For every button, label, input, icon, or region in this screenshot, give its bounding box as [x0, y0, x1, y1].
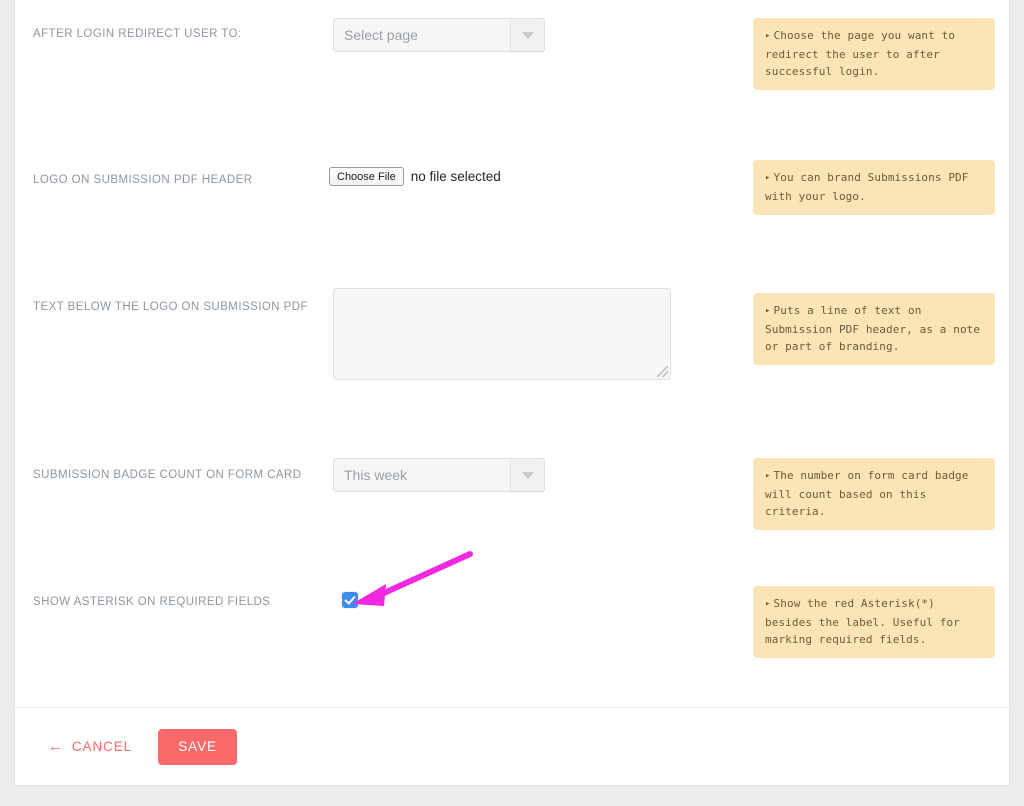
row-control-show-asterisk — [342, 591, 358, 613]
help-text-logo-pdf-header: You can brand Submissions PDF with your … — [765, 171, 969, 203]
help-show-asterisk: ▸ Show the red Asterisk(*) besides the la… — [753, 586, 995, 658]
badge-count-select-value: This week — [344, 467, 408, 483]
after-login-redirect-select-arrow[interactable] — [510, 19, 544, 51]
form-footer: ← Cancel Save — [15, 707, 1009, 785]
row-label-show-asterisk: SHOW ASTERISK ON REQUIRED FIELDS — [33, 596, 271, 608]
help-caret-icon: ▸ — [765, 173, 771, 183]
file-status-label: no file selected — [410, 169, 501, 184]
settings-form: AFTER LOGIN REDIRECT USER TO: Select pag… — [15, 0, 1009, 708]
arrow-left-icon: ← — [48, 738, 64, 755]
help-caret-icon: ▸ — [765, 31, 771, 41]
logo-file-input[interactable]: Choose File no file selected — [329, 162, 501, 186]
after-login-redirect-select-value: Select page — [344, 27, 418, 43]
help-text-show-asterisk: Show the red Asterisk(*) besides the lab… — [765, 597, 960, 646]
help-caret-icon: ▸ — [765, 306, 771, 316]
cancel-button-label: Cancel — [71, 739, 133, 754]
row-label-badge-count: SUBMISSION BADGE COUNT ON FORM CARD — [33, 469, 302, 481]
chevron-down-icon — [521, 471, 534, 479]
show-asterisk-checkbox[interactable] — [342, 592, 358, 608]
badge-count-select-arrow[interactable] — [510, 459, 544, 491]
save-button[interactable]: Save — [158, 728, 238, 765]
row-label-after-login-redirect: AFTER LOGIN REDIRECT USER TO: — [33, 28, 242, 40]
help-logo-pdf-header: ▸ You can brand Submissions PDF with your… — [753, 160, 995, 215]
cancel-button[interactable]: ← Cancel — [48, 739, 132, 754]
help-text-below-logo: ▸ Puts a line of text on Submission PDF h… — [753, 293, 995, 365]
row-control-after-login-redirect: Select page — [333, 18, 545, 52]
help-text-text-below-logo: Puts a line of text on Submission PDF he… — [765, 304, 981, 353]
row-control-badge-count: This week — [333, 458, 545, 492]
badge-count-select[interactable]: This week — [333, 458, 545, 492]
help-after-login-redirect: ▸ Choose the page you want to redirect th… — [753, 18, 995, 90]
help-text-badge-count: The number on form card badge will count… — [765, 469, 969, 518]
choose-file-button[interactable]: Choose File — [329, 167, 404, 186]
row-label-logo-pdf-header: LOGO ON SUBMISSION PDF HEADER — [33, 174, 253, 186]
row-control-logo-pdf-header: Choose File no file selected — [329, 162, 501, 186]
help-caret-icon: ▸ — [765, 471, 771, 481]
help-badge-count: ▸ The number on form card badge will coun… — [753, 458, 995, 530]
row-control-text-below-logo — [333, 288, 671, 380]
after-login-redirect-select[interactable]: Select page — [333, 18, 545, 52]
text-below-logo-textarea[interactable] — [333, 288, 671, 380]
help-text-after-login-redirect: Choose the page you want to redirect the… — [765, 29, 956, 78]
help-caret-icon: ▸ — [765, 599, 771, 609]
settings-page: AFTER LOGIN REDIRECT USER TO: Select pag… — [0, 0, 1024, 806]
resize-handle-icon[interactable] — [657, 366, 668, 377]
settings-card: AFTER LOGIN REDIRECT USER TO: Select pag… — [14, 0, 1010, 786]
chevron-down-icon — [521, 31, 534, 39]
row-label-text-below-logo: TEXT BELOW THE LOGO ON SUBMISSION PDF — [33, 301, 309, 313]
